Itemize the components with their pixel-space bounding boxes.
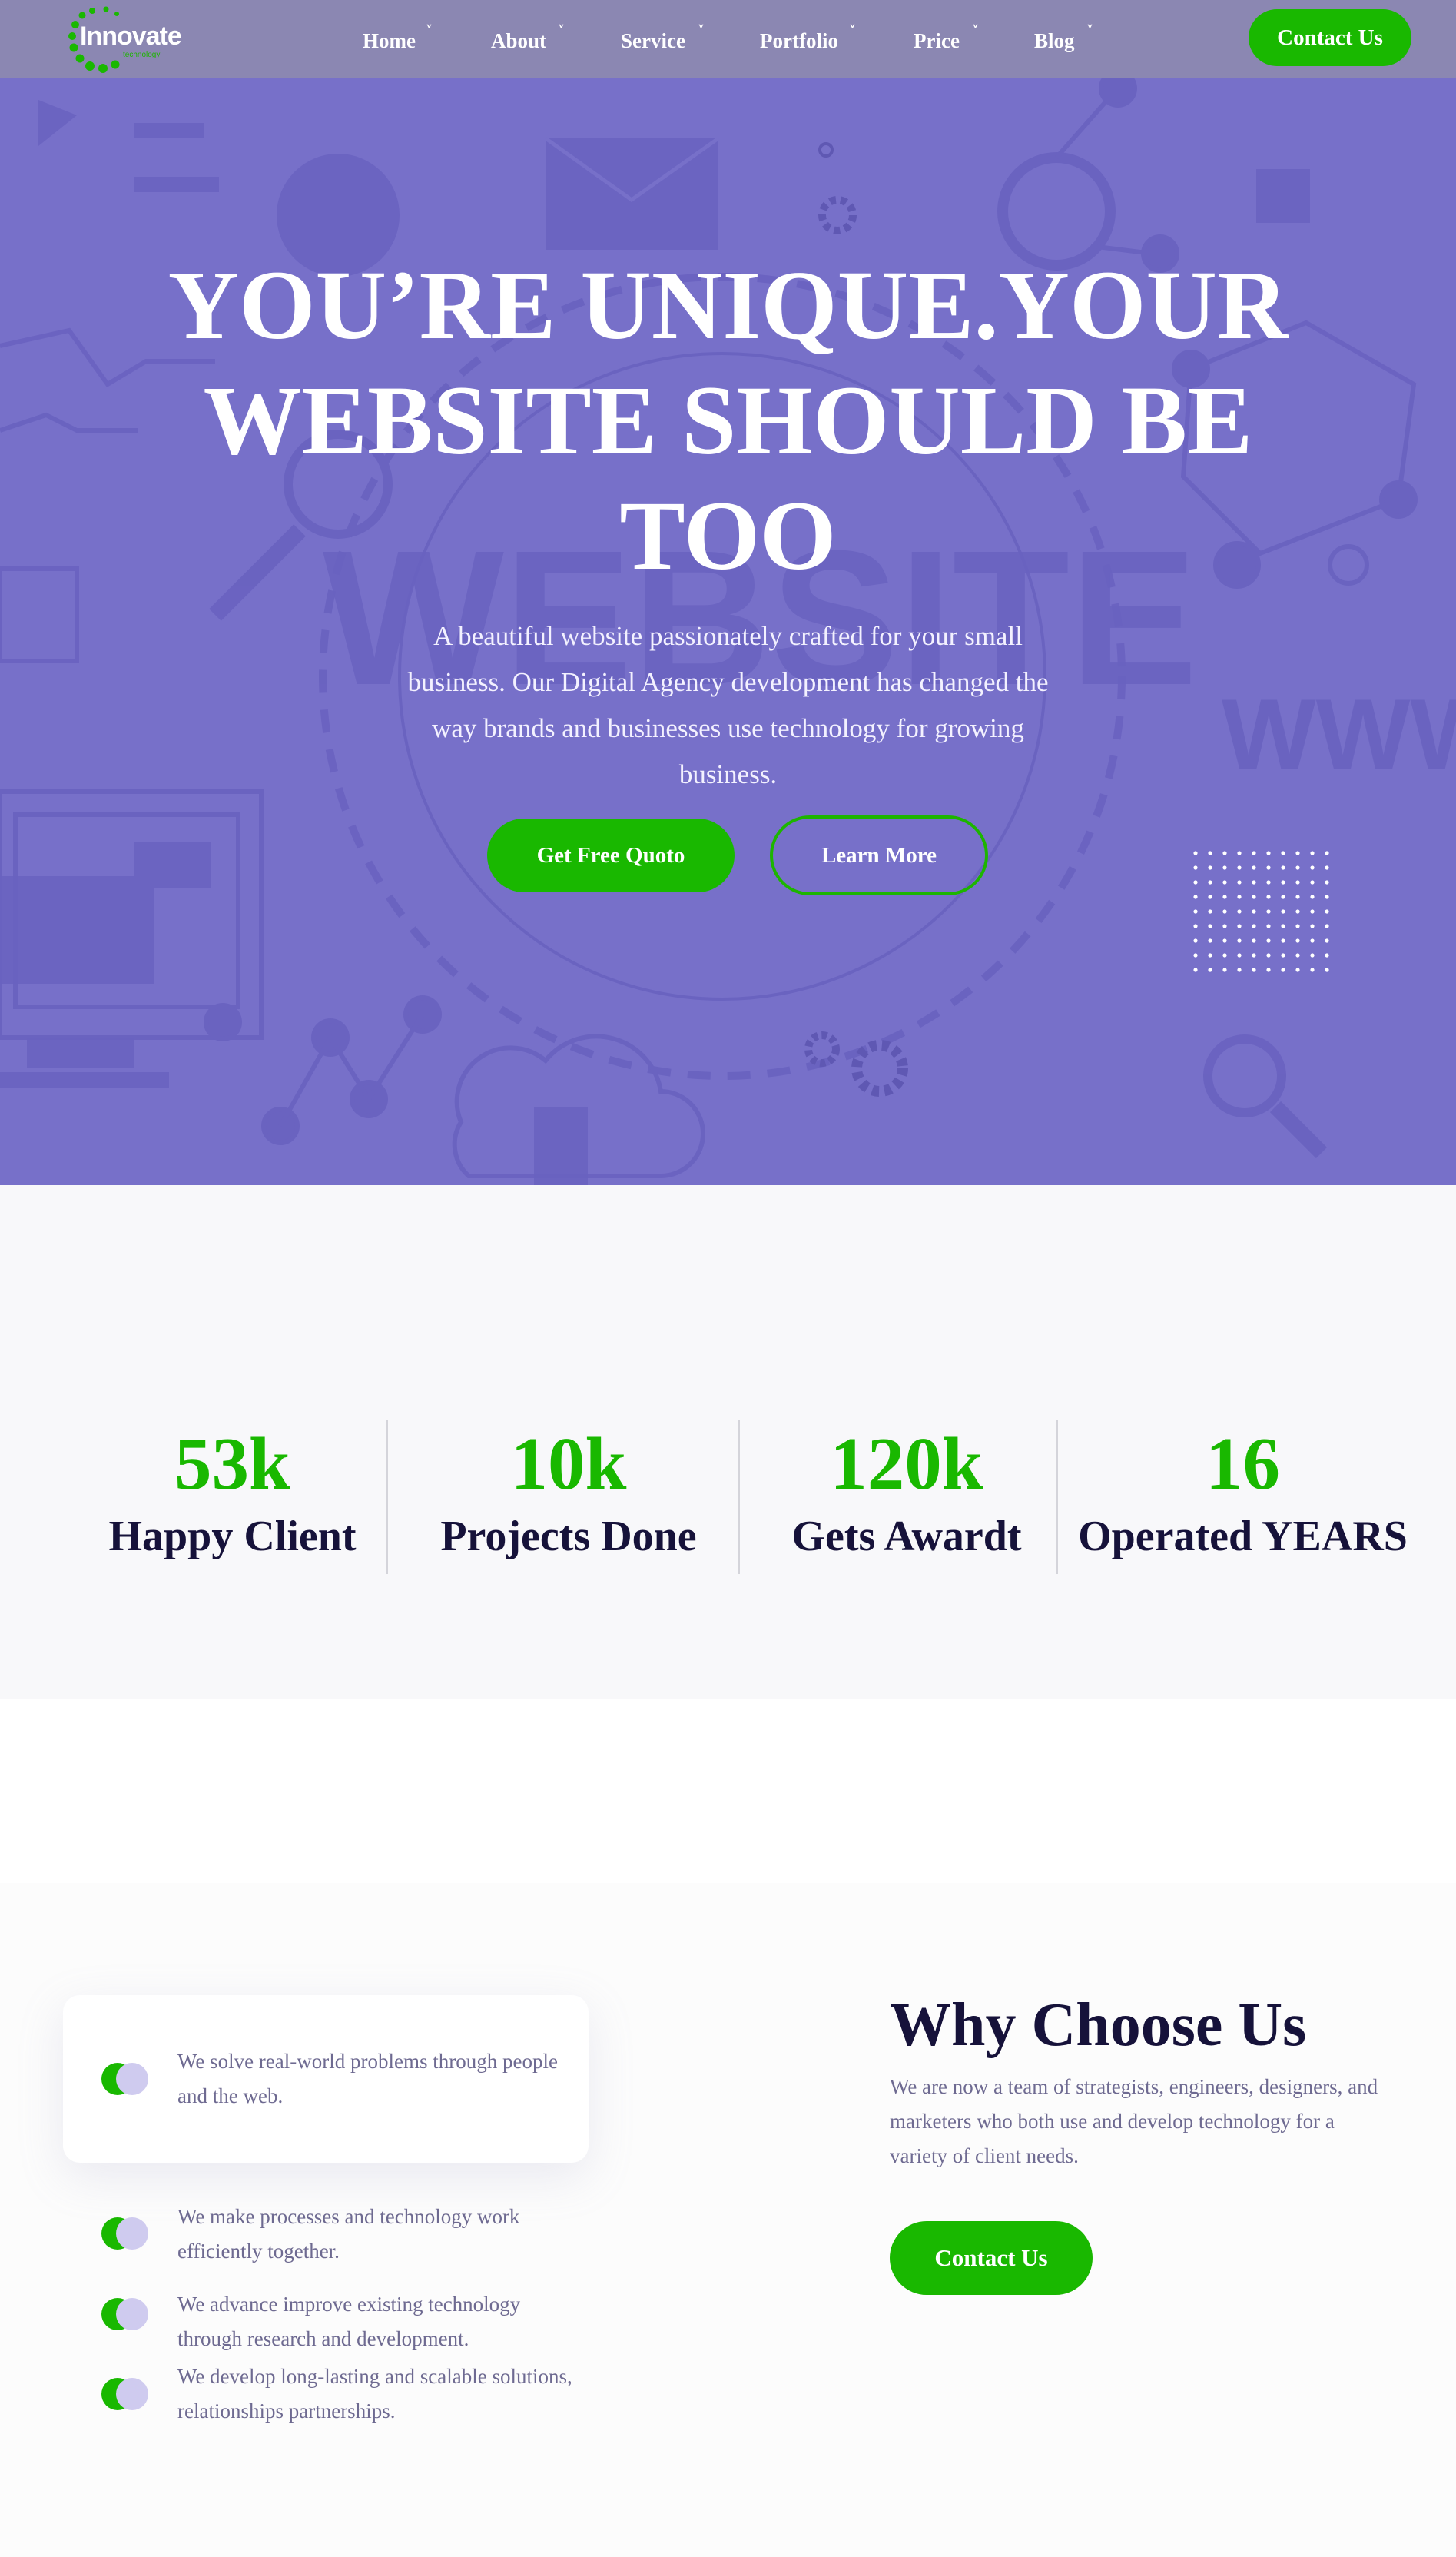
toggle-icon (101, 2063, 148, 2095)
why-title: Why Choose Us (890, 1991, 1307, 2059)
stat-divider (386, 1420, 388, 1574)
toggle-icon (101, 2217, 148, 2250)
toggle-icon (101, 2378, 148, 2410)
site-header: Innovate technology Home ˅ About ˅ Service… (0, 0, 1456, 78)
nav-about[interactable]: About ˅ (491, 23, 565, 53)
stat-operated-years: 16 Operated YEARS (1076, 1422, 1410, 1563)
stat-gets-award: 120k Gets Awardt (753, 1422, 1060, 1563)
stat-label: Happy Client (108, 1513, 357, 1560)
hero-title-line-2: WEBSITE SHOULD BE (203, 366, 1253, 475)
stat-label: Operated YEARS (1078, 1513, 1408, 1560)
feature-text: We make processes and technology work ef… (177, 2205, 520, 2263)
stat-label: Gets Awardt (791, 1513, 1022, 1560)
chevron-down-icon: ˅ (426, 23, 433, 39)
hero-section: WEBSITE WWW Innovate technology Home˅ Ab… (0, 0, 1456, 1185)
chevron-down-icon: ˅ (698, 23, 705, 39)
toggle-icon (101, 2298, 148, 2330)
nav-service-label: Service (621, 29, 685, 52)
why-description: We are now a team of strategists, engine… (890, 2075, 1378, 2167)
why-contact-button[interactable]: Contact Us (890, 2221, 1093, 2295)
nav-home-label: Home (363, 29, 416, 52)
brand-name[interactable]: Innovate (80, 22, 182, 51)
nav-portfolio[interactable]: Portfolio ˅ (760, 23, 856, 53)
brand-tagline: technology (123, 51, 161, 59)
stat-divider (738, 1420, 740, 1574)
chevron-down-icon: ˅ (1086, 23, 1093, 39)
nav-about-label: About (491, 29, 547, 52)
hero-title-line-1: YOU’RE UNIQUE.YOUR (167, 251, 1289, 360)
nav-portfolio-label: Portfolio (760, 29, 838, 52)
chevron-down-icon: ˅ (972, 23, 979, 39)
nav-blog[interactable]: Blog ˅ (1034, 23, 1093, 53)
feature-text: We advance improve existing technology t… (177, 2293, 521, 2350)
feature-text: We solve real-world problems through peo… (177, 2050, 558, 2107)
hero-title: YOU’RE UNIQUE.YOUR WEBSITE SHOULD BE TOO (115, 247, 1341, 593)
hero-title-line-3: TOO (619, 481, 837, 590)
stat-value: 16 (1206, 1423, 1280, 1505)
stat-divider (1056, 1420, 1058, 1574)
hero-subtitle: A beautiful website passionately crafted… (407, 621, 1049, 789)
nav-price[interactable]: Price ˅ (914, 23, 979, 53)
dot-grid-decoration (1193, 851, 1329, 972)
stat-projects-done: 10k Projects Done (415, 1422, 722, 1563)
header-contact-button[interactable]: Contact Us (1249, 9, 1411, 66)
stat-label: Projects Done (440, 1513, 697, 1560)
stat-value: 53k (174, 1423, 290, 1505)
chevron-down-icon: ˅ (849, 23, 856, 39)
nav-price-label: Price (914, 29, 960, 52)
get-free-quote-button[interactable]: Get Free Quoto (487, 819, 735, 892)
learn-more-button[interactable]: Learn More (770, 815, 988, 895)
chevron-down-icon: ˅ (558, 23, 565, 39)
stat-value: 10k (510, 1423, 627, 1505)
feature-text: We develop long-lasting and scalable sol… (177, 2365, 572, 2423)
nav-service[interactable]: Service ˅ (621, 23, 705, 53)
stat-value: 120k (830, 1423, 983, 1505)
nav-blog-label: Blog (1034, 29, 1075, 52)
svg-text:WWW: WWW (1222, 678, 1456, 790)
nav-home[interactable]: Home ˅ (363, 23, 433, 53)
stat-happy-client: 53k Happy Client (77, 1422, 388, 1563)
